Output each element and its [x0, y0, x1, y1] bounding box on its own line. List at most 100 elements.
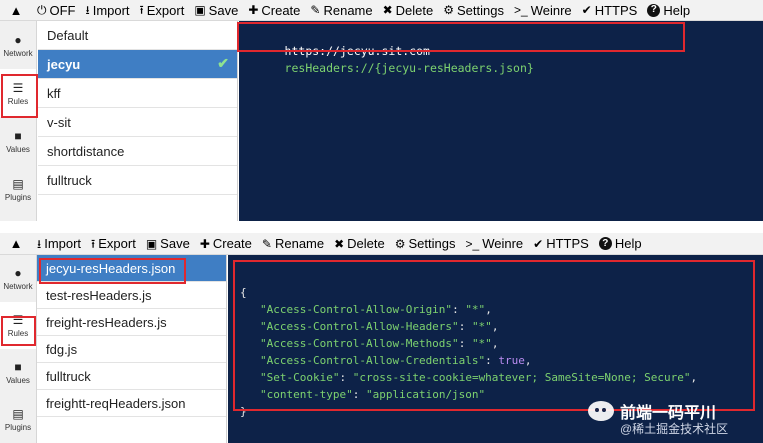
edit-icon: ✎: [261, 236, 272, 251]
list-item[interactable]: freight-resHeaders.js: [37, 309, 226, 336]
toolbar-label: Export: [146, 2, 185, 18]
toolbar-delete-button[interactable]: ✖ Delete: [329, 233, 390, 254]
power-icon: ⏻: [37, 3, 47, 17]
nav-item-network[interactable]: ● Network: [0, 21, 36, 69]
separator: [0, 221, 763, 233]
list-item-label: kff: [47, 85, 61, 101]
toolbar-label: Help: [614, 236, 642, 251]
nav-label: Values: [6, 376, 30, 385]
list-item-label: freight-resHeaders.js: [46, 314, 167, 330]
list-item[interactable]: fdg.js: [37, 336, 226, 363]
import-icon: ⭳: [37, 236, 42, 251]
toolbar-export-button[interactable]: ⭱ Export: [135, 0, 190, 20]
rule-highlight-box: [237, 22, 685, 52]
toolbar-label: HTTPS: [546, 236, 589, 251]
toolbar-https-button[interactable]: ✔ HTTPS: [528, 233, 594, 254]
nav-label: Values: [6, 144, 30, 154]
save-icon: ▣: [145, 236, 158, 251]
toolbar-rename-button[interactable]: ✎ Rename: [305, 0, 377, 20]
toolbar-create-button[interactable]: ✚ Create: [243, 0, 305, 20]
list-item[interactable]: shortdistance: [38, 137, 237, 166]
toolbar: ▲ ⭳ Import ⭱ Export ▣ Save ✚ Create ✎ Rename ✖ Dele…: [0, 233, 763, 255]
list-item[interactable]: fulltruck: [37, 363, 226, 390]
list-item[interactable]: Default: [38, 21, 237, 50]
toolbar-off-button[interactable]: ⏻ OFF: [32, 0, 81, 20]
toolbar-help-button[interactable]: ? Help: [594, 233, 647, 254]
wechat-icon: [588, 401, 614, 421]
toolbar-label: OFF: [49, 2, 76, 18]
list-item[interactable]: kff: [38, 79, 237, 108]
chevron-up-icon[interactable]: ▲: [0, 233, 32, 254]
toolbar-delete-button[interactable]: ✖ Delete: [378, 0, 439, 20]
toolbar-weinre-button[interactable]: >_ Weinre: [461, 233, 529, 254]
list-item-label: freightt-reqHeaders.json: [46, 395, 186, 411]
toolbar-export-button[interactable]: ⭱ Export: [86, 233, 141, 254]
nav-item-plugins[interactable]: ▤ Plugins: [0, 396, 36, 443]
list-item-label: fulltruck: [47, 172, 92, 188]
toolbar-label: Settings: [457, 2, 504, 18]
toolbar-label: HTTPS: [594, 2, 638, 18]
globe-icon: ●: [14, 32, 22, 47]
list-item[interactable]: jecyu ✔: [38, 50, 237, 79]
list-item-label: shortdistance: [47, 143, 125, 159]
folder-icon: ■: [14, 128, 22, 143]
toolbar-label: Delete: [395, 2, 434, 18]
nav-item-plugins[interactable]: ▤ Plugins: [0, 165, 36, 213]
list-item[interactable]: freightt-reqHeaders.json: [37, 390, 226, 417]
toolbar-label: Rename: [274, 236, 325, 251]
rules-nav-highlight: [1, 74, 38, 118]
toolbar-save-button[interactable]: ▣ Save: [189, 0, 243, 20]
help-icon: ?: [647, 3, 661, 17]
left-nav: ● Network ☰ Rules ■ Values ▤ Plugins: [0, 21, 37, 221]
list-item-label: v-sit: [47, 114, 71, 130]
gear-icon: ⚙: [443, 3, 455, 17]
toolbar-import-button[interactable]: ⭳ Import: [81, 0, 135, 20]
toolbar-label: Export: [98, 236, 136, 251]
nav-item-values[interactable]: ■ Values: [0, 349, 36, 396]
toolbar-settings-button[interactable]: ⚙ Settings: [438, 0, 509, 20]
toolbar-create-button[interactable]: ✚ Create: [195, 233, 257, 254]
toolbar-label: Save: [208, 2, 239, 18]
edit-icon: ✎: [310, 3, 321, 17]
nav-label: Network: [3, 48, 33, 58]
list-item[interactable]: fulltruck: [38, 166, 237, 195]
check-icon: ✔: [581, 3, 592, 17]
toolbar-label: Rename: [323, 2, 373, 18]
plus-icon: ✚: [199, 236, 210, 251]
plugin-icon: ▤: [12, 176, 24, 191]
rules-panel: ▲ ⏻ OFF ⭳ Import ⭱ Export ▣ Save ✚ Create ✎ Rename ✖…: [0, 0, 763, 221]
toolbar-https-button[interactable]: ✔ HTTPS: [577, 0, 643, 20]
toolbar-label: Settings: [408, 236, 456, 251]
toolbar-rename-button[interactable]: ✎ Rename: [257, 233, 329, 254]
check-icon: ✔: [217, 55, 229, 71]
list-item[interactable]: test-resHeaders.js: [37, 282, 226, 309]
chevron-up-icon[interactable]: ▲: [0, 0, 32, 20]
toolbar: ▲ ⏻ OFF ⭳ Import ⭱ Export ▣ Save ✚ Create ✎ Rename ✖…: [0, 0, 763, 21]
watermark-subtitle: @稀土掘金技术社区: [620, 422, 729, 436]
toolbar-label: Help: [663, 2, 691, 18]
nav-item-network[interactable]: ● Network: [0, 255, 36, 302]
trash-icon: ✖: [382, 3, 393, 17]
value-highlight-box: [39, 258, 186, 284]
nav-label: Plugins: [4, 423, 32, 432]
list-item[interactable]: v-sit: [38, 108, 237, 137]
import-icon: ⭳: [85, 3, 90, 17]
terminal-icon: >_: [514, 3, 528, 17]
plus-icon: ✚: [248, 3, 259, 17]
toolbar-save-button[interactable]: ▣ Save: [141, 233, 195, 254]
toolbar-settings-button[interactable]: ⚙ Settings: [390, 233, 461, 254]
export-icon: ⭱: [139, 3, 144, 17]
export-icon: ⭱: [91, 236, 96, 251]
terminal-icon: >_: [465, 236, 480, 251]
toolbar-label: Delete: [347, 236, 385, 251]
nav-item-values[interactable]: ■ Values: [0, 117, 36, 165]
globe-icon: ●: [14, 266, 22, 280]
rules-list: Default jecyu ✔ kff v-sit shortdistance fulltr…: [38, 21, 238, 221]
toolbar-import-button[interactable]: ⭳ Import: [32, 233, 86, 254]
toolbar-help-button[interactable]: ? Help: [642, 0, 695, 20]
rules-nav-highlight: [1, 316, 36, 346]
list-item-label: test-resHeaders.js: [46, 287, 152, 303]
toolbar-label: Weinre: [482, 236, 524, 251]
gear-icon: ⚙: [394, 236, 406, 251]
toolbar-weinre-button[interactable]: >_ Weinre: [509, 0, 577, 20]
